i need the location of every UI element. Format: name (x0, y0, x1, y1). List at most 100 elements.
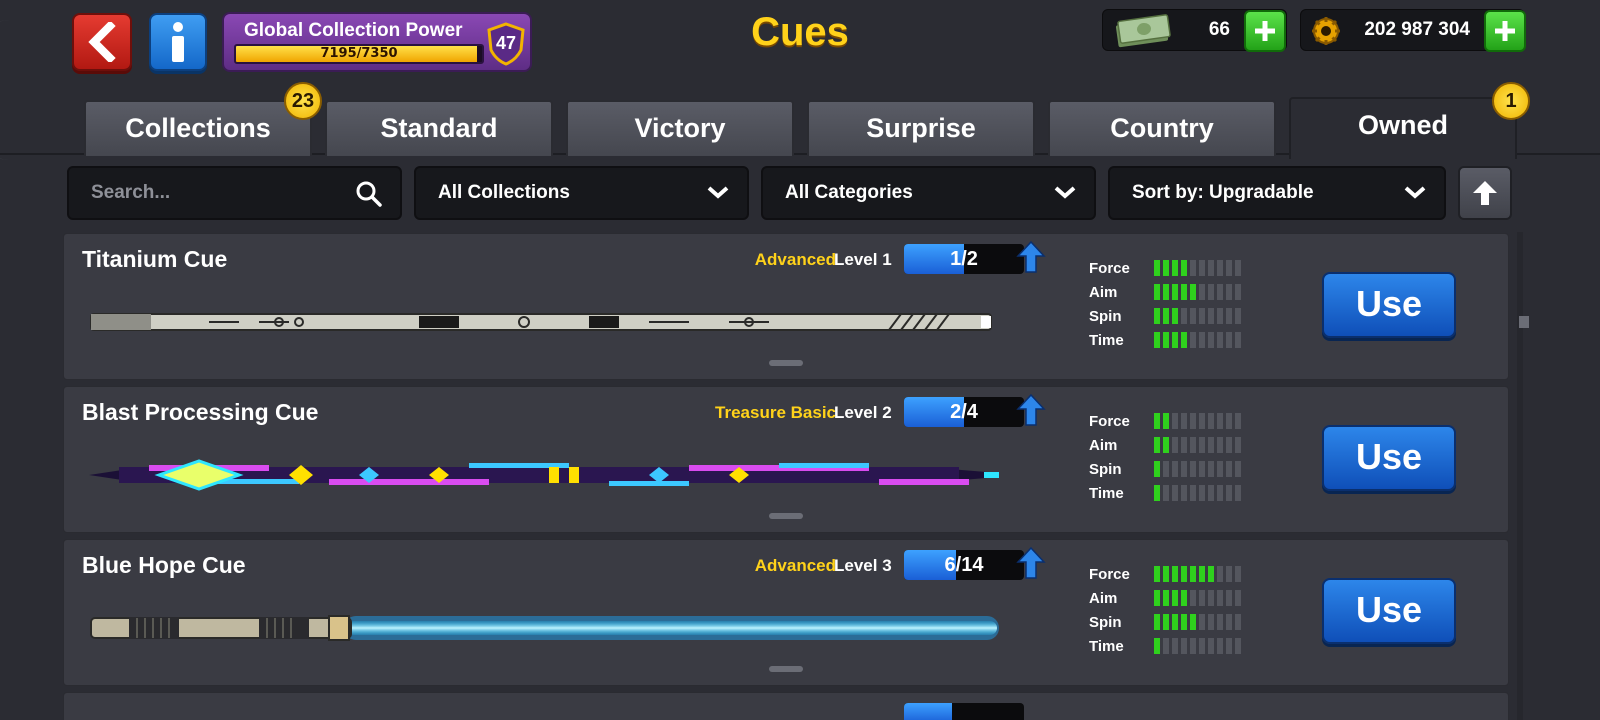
stat-segment (1163, 437, 1169, 453)
back-button[interactable] (72, 13, 132, 71)
stat-aim-bar (1154, 284, 1241, 300)
stat-segment (1163, 638, 1169, 654)
stat-segment (1217, 437, 1223, 453)
stat-segment (1181, 638, 1187, 654)
stat-segment (1217, 590, 1223, 606)
stat-segment (1163, 485, 1169, 501)
stat-segment (1172, 485, 1178, 501)
stat-segment (1154, 437, 1160, 453)
cue-level: Level 2 (834, 403, 892, 422)
stat-segment (1217, 461, 1223, 477)
stat-segment (1208, 413, 1214, 429)
use-cue-button[interactable]: Use (1322, 578, 1456, 644)
stat-force-label: Force (1089, 413, 1130, 430)
use-cue-button[interactable]: Use (1322, 425, 1456, 491)
stat-aim-bar (1154, 590, 1241, 606)
page-title: Cues (751, 10, 849, 54)
stat-segment (1181, 332, 1187, 348)
chevron-down-icon (1404, 186, 1426, 199)
stat-segment (1154, 332, 1160, 348)
tab-owned[interactable]: Owned (1289, 97, 1517, 159)
stat-force-label: Force (1089, 566, 1130, 583)
stat-segment (1217, 260, 1223, 276)
tab-victory[interactable]: Victory (566, 100, 794, 156)
stat-segment (1208, 260, 1214, 276)
stat-segment (1235, 332, 1241, 348)
expand-handle[interactable] (769, 513, 803, 519)
cue-tier: Advanced (754, 556, 836, 575)
collections-badge: 23 (284, 82, 322, 120)
stat-segment (1199, 638, 1205, 654)
upgrade-arrow-icon[interactable] (1016, 546, 1046, 580)
stat-segment (1226, 461, 1232, 477)
add-coins-button[interactable] (1484, 10, 1526, 52)
cue-card[interactable]: Blue Hope Cue Advanced Level 3 6/14 Forc… (63, 539, 1509, 686)
expand-handle[interactable] (769, 360, 803, 366)
stat-segment (1172, 308, 1178, 324)
stat-segment (1181, 260, 1187, 276)
cue-level: Level 3 (834, 556, 892, 575)
cue-card-partial[interactable] (63, 692, 1509, 720)
blue-hope-cue-image (90, 615, 999, 641)
use-cue-button[interactable]: Use (1322, 272, 1456, 338)
cue-card[interactable]: Blast Processing Cue Treasure Basic Leve… (63, 386, 1509, 533)
tab-country[interactable]: Country (1048, 100, 1276, 156)
plus-icon (1255, 21, 1275, 41)
collection-dropdown[interactable]: All Collections (414, 166, 749, 220)
stat-segment (1163, 590, 1169, 606)
stat-segment (1172, 461, 1178, 477)
tab-collections[interactable]: Collections (84, 100, 312, 156)
sort-dropdown[interactable]: Sort by: Upgradable (1108, 166, 1446, 220)
stat-segment (1172, 437, 1178, 453)
stat-spin-label: Spin (1089, 461, 1122, 478)
category-dropdown[interactable]: All Categories (761, 166, 1096, 220)
stat-segment (1172, 332, 1178, 348)
stat-force-bar (1154, 260, 1241, 276)
stat-segment (1235, 566, 1241, 582)
stat-segment (1235, 260, 1241, 276)
side-decoration (0, 20, 18, 160)
stat-segment (1217, 638, 1223, 654)
expand-handle[interactable] (769, 666, 803, 672)
stat-segment (1190, 284, 1196, 300)
stat-segment (1208, 284, 1214, 300)
upgrade-arrow-icon[interactable] (1016, 393, 1046, 427)
stat-segment (1181, 437, 1187, 453)
blast-processing-cue-image (89, 459, 999, 491)
cue-card[interactable]: Titanium Cue Advanced Level 1 1/2 Force … (63, 233, 1509, 380)
stat-segment (1217, 485, 1223, 501)
search-input[interactable]: Search... (67, 166, 402, 220)
stat-segment (1235, 485, 1241, 501)
sort-direction-button[interactable] (1458, 166, 1512, 220)
stat-aim-label: Aim (1089, 437, 1118, 454)
list-scrollbar-thumb[interactable] (1519, 316, 1529, 328)
stat-segment (1181, 566, 1187, 582)
stat-segment (1199, 566, 1205, 582)
stat-segment (1181, 284, 1187, 300)
tab-surprise[interactable]: Surprise (807, 100, 1035, 156)
collection-power-label: Global Collection Power (244, 20, 463, 41)
cue-tier: Treasure Basic (715, 403, 836, 422)
stat-segment (1172, 614, 1178, 630)
stat-segment (1217, 614, 1223, 630)
collection-power-bar: 7195/7350 (234, 44, 484, 64)
search-placeholder: Search... (91, 182, 171, 203)
stat-segment (1181, 461, 1187, 477)
category-dropdown-value: All Categories (785, 182, 913, 203)
stat-segment (1199, 260, 1205, 276)
collection-level: 47 (495, 33, 517, 53)
upgrade-arrow-icon[interactable] (1016, 240, 1046, 274)
stat-segment (1199, 284, 1205, 300)
info-button[interactable] (149, 13, 207, 71)
stat-segment (1154, 413, 1160, 429)
collection-power-panel[interactable]: Global Collection Power 7195/7350 47 (222, 12, 532, 72)
stat-segment (1154, 485, 1160, 501)
add-cash-button[interactable] (1244, 10, 1286, 52)
list-scrollbar[interactable] (1517, 232, 1523, 720)
tab-standard[interactable]: Standard (325, 100, 553, 156)
stat-time-label: Time (1089, 638, 1124, 655)
stat-segment (1190, 332, 1196, 348)
stat-segment (1208, 437, 1214, 453)
search-icon (356, 181, 382, 207)
stat-segment (1199, 590, 1205, 606)
